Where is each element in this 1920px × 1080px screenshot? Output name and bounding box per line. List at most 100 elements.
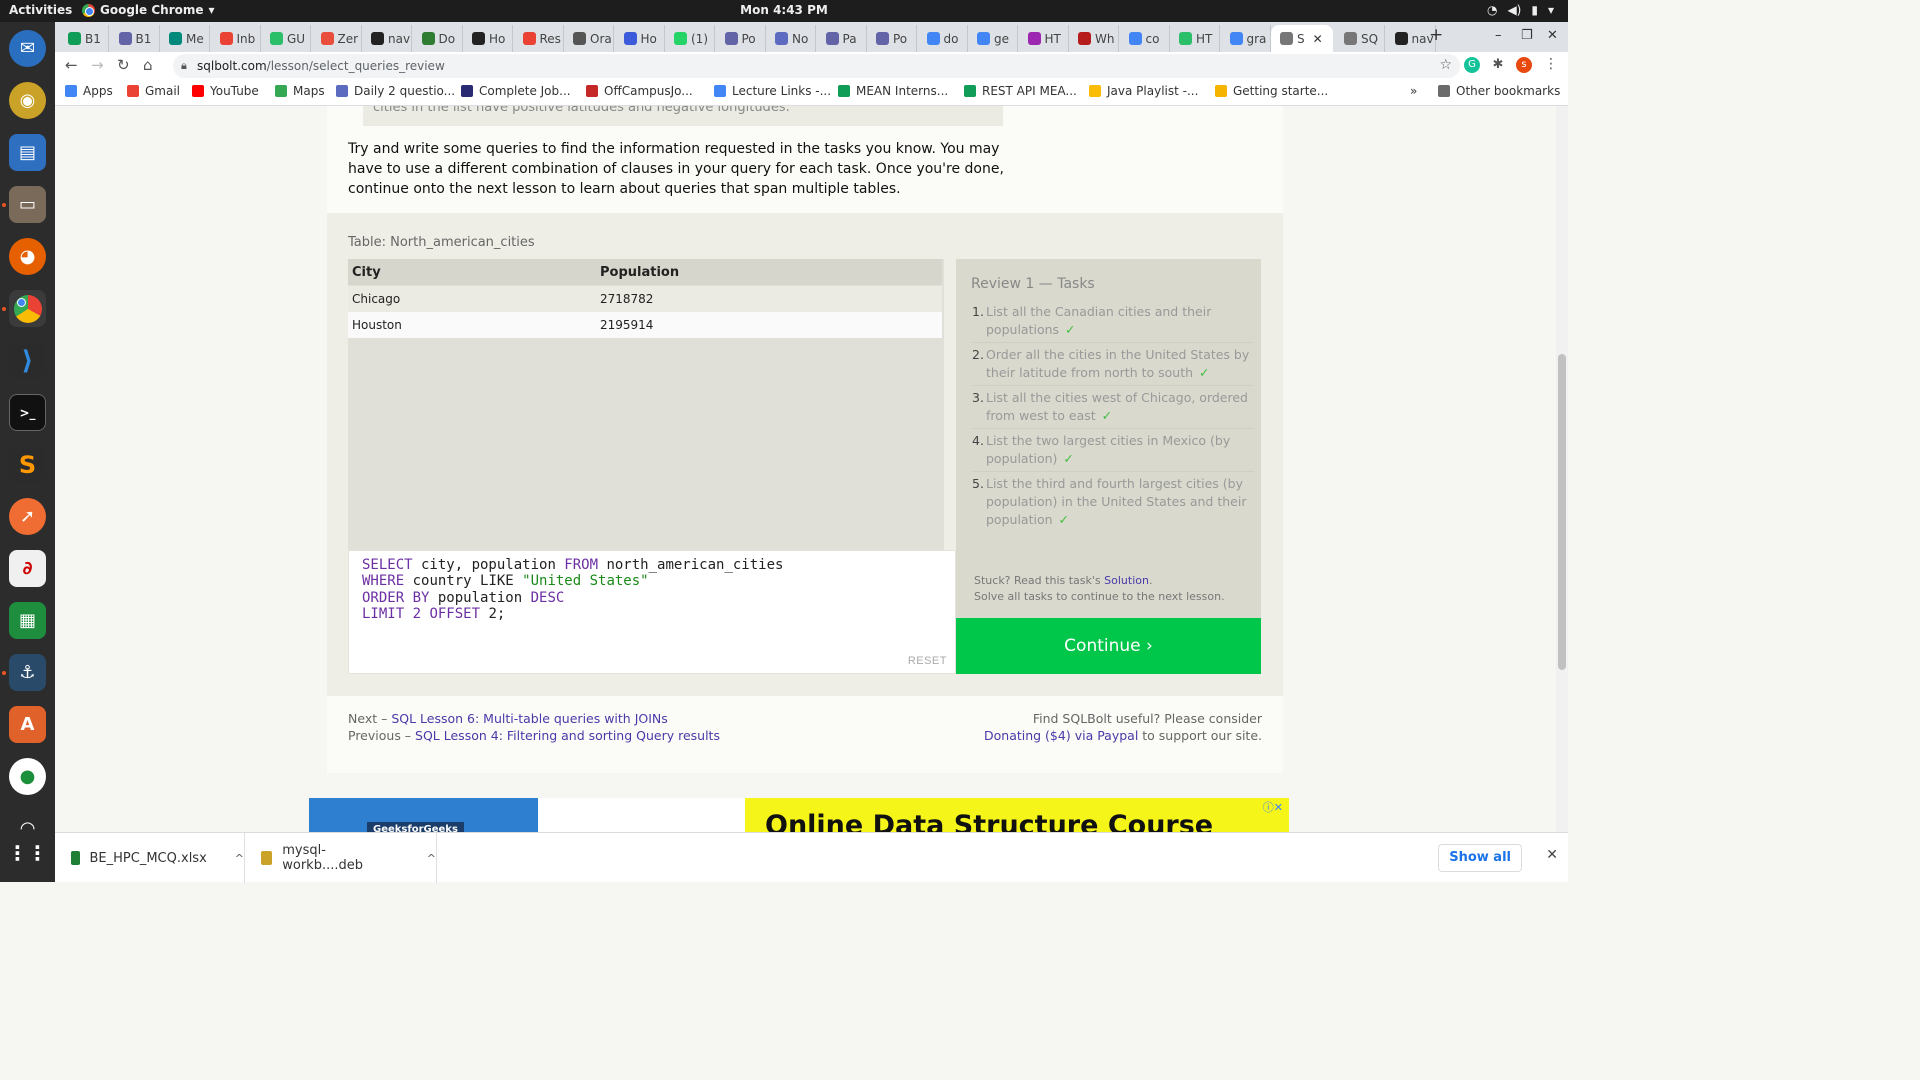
browser-tab[interactable]: Po (867, 25, 917, 52)
mongodb-compass-icon[interactable]: ● (9, 758, 46, 795)
bookmark-item[interactable]: Complete Job... (461, 84, 571, 98)
browser-tab[interactable]: HT (1019, 25, 1069, 52)
browser-tab[interactable]: Inb (211, 25, 261, 52)
extensions-puzzle-icon[interactable]: ✱ (1490, 57, 1506, 73)
browser-tab[interactable]: Pa (817, 25, 867, 52)
browser-tab[interactable]: co (1120, 25, 1170, 52)
bookmark-item[interactable]: Maps (275, 84, 325, 98)
lock-icon[interactable]: 🔒︎ (181, 59, 187, 73)
chevron-up-icon[interactable]: ^ (235, 852, 244, 865)
close-icon[interactable]: ✕ (1546, 847, 1558, 863)
bookmark-item[interactable]: YouTube (192, 84, 259, 98)
bookmark-favicon-icon (1215, 85, 1227, 97)
clock[interactable]: Mon 4:43 PM (0, 3, 1568, 17)
postman-icon[interactable]: ➚ (9, 498, 46, 535)
bookmark-item[interactable]: Lecture Links -... (714, 84, 831, 98)
document-viewer-icon[interactable]: ∂ (9, 550, 46, 587)
browser-tab[interactable]: do (918, 25, 968, 52)
system-tray[interactable]: ◔ ◀) ▮ ▾ (1487, 3, 1554, 17)
show-all-downloads-button[interactable]: Show all (1438, 844, 1522, 872)
writer-icon[interactable]: ▤ (9, 134, 46, 171)
browser-tab[interactable]: gra (1221, 25, 1271, 52)
tab-favicon-icon (1344, 32, 1357, 45)
show-apps-icon[interactable]: ⋮⋮ (8, 834, 48, 871)
reset-button[interactable]: RESET (908, 655, 947, 667)
browser-tab[interactable]: S ✕ (1271, 25, 1333, 52)
new-tab-button[interactable]: + (1429, 25, 1443, 45)
browser-tab[interactable]: Ho (615, 25, 665, 52)
previous-lesson-link[interactable]: SQL Lesson 4: Filtering and sorting Quer… (415, 728, 720, 743)
bookmark-star-icon[interactable]: ☆ (1439, 57, 1452, 73)
download-item[interactable]: mysql-workb....deb ^ (245, 833, 437, 883)
other-bookmarks[interactable]: Other bookmarks (1438, 84, 1560, 98)
browser-tab[interactable]: SQ (1335, 25, 1385, 52)
bookmark-favicon-icon (192, 85, 204, 97)
more-bookmarks-chevron-icon[interactable]: » (1410, 84, 1417, 98)
bookmark-item[interactable]: Apps (65, 84, 113, 98)
browser-tab[interactable]: GU (261, 25, 311, 52)
browser-tab[interactable]: Ho (463, 25, 513, 52)
browser-tab[interactable]: nav (362, 25, 412, 52)
browser-tab[interactable]: Zer (312, 25, 362, 52)
browser-tab[interactable]: B1 (59, 25, 109, 52)
next-lesson-link[interactable]: SQL Lesson 6: Multi-table queries with J… (391, 711, 667, 726)
donate-link[interactable]: Donating ($4) via Paypal (984, 728, 1138, 743)
address-bar[interactable]: 🔒︎ sqlbolt.com/lesson/select_queries_rev… (173, 54, 1460, 78)
tab-favicon-icon (1394, 32, 1408, 45)
tab-label: HT (1196, 31, 1213, 46)
sql-query-editor[interactable]: SELECT city, population FROM north_ameri… (348, 550, 956, 674)
browser-tab[interactable]: Po (716, 25, 766, 52)
back-icon[interactable]: ← (65, 56, 78, 74)
bookmark-item[interactable]: Java Playlist -... (1089, 84, 1198, 98)
url-text[interactable]: sqlbolt.com/lesson/select_queries_review (197, 59, 445, 73)
bookmark-item[interactable]: REST API MEA... (964, 84, 1077, 98)
reload-icon[interactable]: ↻ (117, 56, 130, 74)
tab-favicon-icon (573, 32, 586, 45)
browser-tab[interactable]: Ora (564, 25, 614, 52)
chevron-up-icon[interactable]: ^ (427, 852, 436, 865)
restore-button[interactable]: ❐ (1521, 28, 1533, 43)
bookmark-item[interactable]: Getting starte... (1215, 84, 1328, 98)
bookmark-item[interactable]: Gmail (127, 84, 180, 98)
minimize-button[interactable]: – (1495, 28, 1502, 43)
ad-choices-icon[interactable]: ⓘ✕ (1263, 799, 1283, 815)
rhythmbox-icon[interactable]: ◉ (9, 82, 46, 119)
software-center-icon[interactable]: A (9, 706, 46, 743)
advertisement-banner[interactable]: GeeksforGeeks Online Data Structure Cour… (309, 798, 1289, 832)
menu-kebab-icon[interactable]: ⋮ (1544, 56, 1558, 72)
solution-link[interactable]: Solution (1104, 574, 1149, 587)
close-tab-icon[interactable]: ✕ (1313, 32, 1323, 46)
continue-button[interactable]: Continue › (956, 618, 1261, 674)
browser-tab[interactable]: No (766, 25, 816, 52)
thunderbird-icon[interactable]: ✉ (9, 30, 46, 67)
firefox-icon[interactable]: ◕ (9, 238, 46, 275)
browser-tab[interactable]: B1 (110, 25, 160, 52)
browser-tab[interactable]: (1) (665, 25, 715, 52)
files-icon[interactable]: ▭ (9, 186, 46, 223)
browser-tab[interactable]: ge (968, 25, 1018, 52)
close-window-button[interactable]: ✕ (1547, 28, 1558, 43)
mysql-workbench-icon[interactable]: ⚓ (9, 654, 46, 691)
bookmark-item[interactable]: Daily 2 questio... (336, 84, 455, 98)
bookmark-item[interactable]: MEAN Interns... (838, 84, 948, 98)
forward-icon[interactable]: → (91, 56, 104, 74)
browser-tab[interactable]: Me (160, 25, 210, 52)
profile-avatar[interactable]: s (1516, 57, 1532, 73)
browser-tab[interactable]: Wh (1069, 25, 1119, 52)
download-item[interactable]: BE_HPC_MCQ.xlsx ^ (55, 833, 245, 883)
bookmark-favicon-icon (275, 85, 287, 97)
chrome-dock-icon[interactable] (9, 290, 46, 327)
bookmark-item[interactable]: OffCampusJo... (586, 84, 693, 98)
home-icon[interactable]: ⌂ (143, 56, 153, 74)
browser-tab[interactable]: nav (1386, 25, 1436, 52)
browser-tab[interactable]: Do (413, 25, 463, 52)
terminal-icon[interactable]: >_ (9, 394, 46, 431)
calc-icon[interactable]: ▦ (9, 602, 46, 639)
sublime-icon[interactable]: S (9, 446, 46, 483)
page-scrollbar[interactable] (1556, 106, 1568, 832)
browser-tab[interactable]: HT (1170, 25, 1220, 52)
vscode-icon[interactable]: ⟩ (9, 342, 46, 379)
browser-tab[interactable]: Res (514, 25, 564, 52)
grammarly-extension-icon[interactable]: G (1464, 57, 1480, 73)
scrollbar-thumb[interactable] (1558, 354, 1566, 670)
